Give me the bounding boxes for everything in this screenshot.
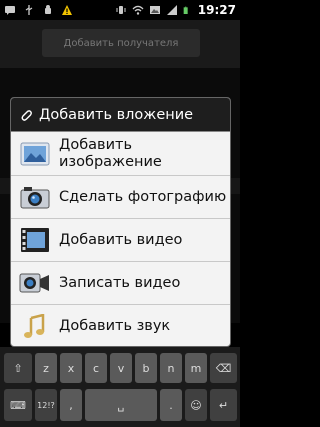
enter-key[interactable]: ↵ <box>210 389 237 421</box>
key-c[interactable]: c <box>85 353 107 383</box>
menu-item-add-sound[interactable]: Добавить звук <box>11 305 230 346</box>
signal-icon <box>166 5 177 15</box>
keyboard-hide-key[interactable]: ⌨ <box>4 389 32 421</box>
compose-header: Добавить получателя <box>0 20 240 68</box>
comma-key[interactable]: , <box>60 389 82 421</box>
recipient-field[interactable]: Добавить получателя <box>42 29 200 57</box>
key-z[interactable]: z <box>35 353 57 383</box>
usb-icon <box>25 5 33 15</box>
dialog-title-bar: Добавить вложение <box>11 98 230 132</box>
backspace-key[interactable]: ⌫ <box>210 353 237 383</box>
menu-item-record-video[interactable]: Записать видео <box>11 262 230 305</box>
warning-icon <box>62 5 72 15</box>
menu-item-label: Добавить изображение <box>59 136 162 170</box>
clock: 19:27 <box>197 3 236 17</box>
key-m[interactable]: m <box>185 353 207 383</box>
space-key[interactable]: ␣ <box>85 389 157 421</box>
vibrate-icon <box>116 6 126 14</box>
emoji-key[interactable]: ☺ <box>185 389 207 421</box>
menu-item-label: Сделать фотографию <box>59 188 227 205</box>
dialog-title: Добавить вложение <box>39 106 194 123</box>
camera-icon <box>20 187 50 209</box>
paperclip-icon <box>21 109 32 121</box>
key-n[interactable]: n <box>160 353 182 383</box>
video-camera-icon <box>19 273 49 293</box>
menu-item-label: Записать видео <box>59 274 181 291</box>
key-b[interactable]: b <box>135 353 157 383</box>
key-v[interactable]: v <box>110 353 132 383</box>
status-bar: 19:27 <box>0 0 240 20</box>
symbols-key[interactable]: 12!? <box>35 389 57 421</box>
battery-icon <box>183 6 188 14</box>
menu-item-take-photo[interactable]: Сделать фотографию <box>11 176 230 219</box>
android-debug-icon <box>45 5 51 14</box>
keyboard: ⇧ z x c v b n m ⌫ ⌨ 12!? , ␣ . ☺ ↵ <box>0 347 240 427</box>
wifi-icon <box>132 5 144 15</box>
film-icon <box>21 228 49 252</box>
menu-item-label: Добавить звук <box>59 318 171 334</box>
message-icon <box>5 6 15 15</box>
period-key[interactable]: . <box>160 389 182 421</box>
picture-icon <box>20 142 50 165</box>
menu-item-add-image[interactable]: Добавить изображение <box>11 132 230 176</box>
music-note-icon <box>24 313 45 338</box>
menu-item-add-video[interactable]: Добавить видео <box>11 219 230 262</box>
gallery-icon <box>149 6 160 14</box>
menu-item-label: Добавить видео <box>59 231 183 248</box>
shift-key[interactable]: ⇧ <box>4 353 32 383</box>
key-x[interactable]: x <box>60 353 82 383</box>
attachment-dialog: Добавить вложение Добавить изображение С… <box>10 97 231 347</box>
